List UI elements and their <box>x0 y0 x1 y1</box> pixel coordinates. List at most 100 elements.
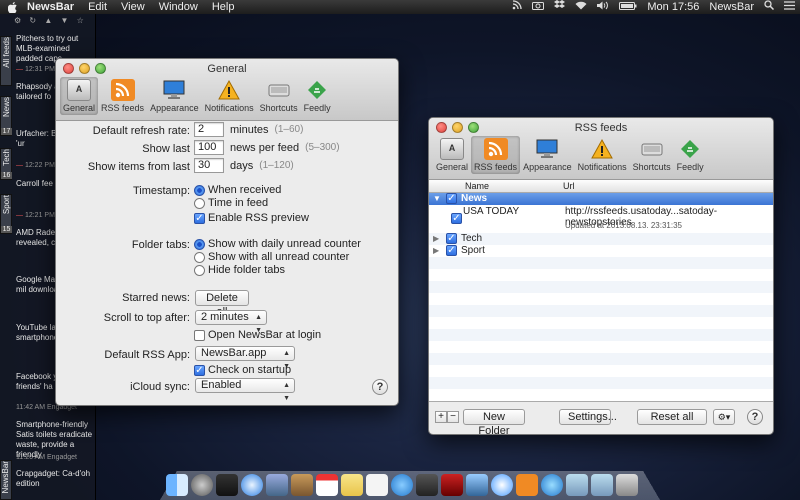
refresh-rate-field[interactable]: 2 <box>194 122 224 137</box>
menu-edit[interactable]: Edit <box>81 0 114 14</box>
check-on-startup[interactable]: ✓ Check on startup <box>194 364 291 376</box>
feed-row-sport[interactable]: ▶ ✓ Sport <box>429 245 774 257</box>
tab-feedly[interactable]: Feedly <box>674 136 707 174</box>
tab-feedly[interactable]: Feedly <box>301 77 334 115</box>
tab-appearance[interactable]: Appearance <box>147 77 202 115</box>
tab-news[interactable]: News 17 <box>0 96 12 136</box>
reset-all-button[interactable]: Reset all <box>637 409 707 425</box>
tab-tech[interactable]: Tech 16 <box>0 148 12 180</box>
menu-app-name[interactable]: NewsBar <box>20 0 81 14</box>
rss-preview-checkbox[interactable]: ✓ <box>194 213 205 224</box>
radio-time-in-feed[interactable] <box>194 198 205 209</box>
feed-checkbox[interactable]: ✓ <box>446 193 457 204</box>
help-button[interactable]: ? <box>372 379 388 395</box>
messages-icon[interactable] <box>391 474 413 496</box>
newsbar-refresh-icon[interactable]: ↻ <box>29 16 39 25</box>
new-folder-button[interactable]: New Folder <box>463 409 525 425</box>
settings-button[interactable]: Settings... <box>559 409 611 425</box>
tab-all-feeds[interactable]: All feeds <box>0 36 12 86</box>
newsbar-down-icon[interactable]: ▼ <box>61 16 72 25</box>
mission-control-icon[interactable] <box>216 474 238 496</box>
folder-hide-tabs[interactable]: Hide folder tabs <box>194 264 285 276</box>
newsbar-gear-icon[interactable]: ⚙ <box>14 16 24 25</box>
disclosure-closed-icon[interactable]: ▶ <box>433 234 439 243</box>
folder-all-counter[interactable]: Show with all unread counter <box>194 251 349 263</box>
menu-newsbar-status[interactable]: NewsBar <box>704 0 759 14</box>
radio-all-counter[interactable] <box>194 252 205 263</box>
downloads-folder-icon[interactable] <box>566 474 588 496</box>
tab-appearance[interactable]: Appearance <box>520 136 575 174</box>
mail-icon[interactable] <box>266 474 288 496</box>
documents-folder-icon[interactable] <box>591 474 613 496</box>
tab-shortcuts[interactable]: Shortcuts <box>257 77 301 115</box>
itunes-icon[interactable] <box>491 474 513 496</box>
remove-feed-button[interactable]: − <box>447 411 459 423</box>
calendar-icon[interactable] <box>316 474 338 496</box>
newsbar-bottom-tab[interactable]: NewsBar <box>0 460 12 500</box>
disclosure-closed-icon[interactable]: ▶ <box>433 246 439 255</box>
tab-notifications[interactable]: Notifications <box>202 77 257 115</box>
news-item[interactable]: Crapgadget: Ca-d'oh edition <box>16 469 96 489</box>
scroll-to-top-select[interactable]: 2 minutes ▲ ▼ <box>195 310 267 325</box>
reminders-icon[interactable] <box>366 474 388 496</box>
open-at-login[interactable]: Open NewsBar at login <box>194 329 321 341</box>
status-battery-icon[interactable] <box>614 0 642 14</box>
menu-window[interactable]: Window <box>152 0 205 14</box>
tab-general[interactable]: ᴬ General <box>433 136 471 174</box>
status-dropbox-icon[interactable] <box>549 0 570 14</box>
show-last-field[interactable]: 100 <box>194 140 224 155</box>
add-feed-button[interactable]: + <box>435 411 447 423</box>
feed-checkbox[interactable]: ✓ <box>446 245 457 256</box>
radio-hide-tabs[interactable] <box>194 265 205 276</box>
apple-icon[interactable] <box>6 0 20 14</box>
icloud-sync-select[interactable]: Enabled ▲ ▼ <box>195 378 295 393</box>
feed-checkbox[interactable]: ✓ <box>446 233 457 244</box>
radio-when-received[interactable] <box>194 185 205 196</box>
feed-row-tech[interactable]: ▶ ✓ Tech <box>429 233 774 245</box>
tab-general[interactable]: ᴬ General <box>60 77 98 115</box>
tab-notifications[interactable]: Notifications <box>575 136 630 174</box>
launchpad-icon[interactable] <box>191 474 213 496</box>
delete-all-button[interactable]: Delete all <box>195 290 249 306</box>
menu-clock[interactable]: Mon 17:56 <box>642 0 704 14</box>
gear-menu-button[interactable]: ⚙▾ <box>713 409 735 425</box>
feed-outline-list[interactable]: Name Url ▼ ✓ News ✓ USA TODAY http://rss… <box>429 180 774 402</box>
timestamp-time-in-feed[interactable]: Time in feed <box>194 197 268 209</box>
column-url-header[interactable]: Url <box>563 181 575 191</box>
tab-sport[interactable]: Sport 15 <box>0 194 12 234</box>
timestamp-when-received[interactable]: When received <box>194 184 281 196</box>
status-camera-icon[interactable] <box>527 0 549 14</box>
safari-icon[interactable] <box>241 474 263 496</box>
disclosure-open-icon[interactable]: ▼ <box>433 194 441 203</box>
feed-checkbox[interactable]: ✓ <box>451 213 462 224</box>
trash-icon[interactable] <box>616 474 638 496</box>
tab-rss-feeds[interactable]: RSS feeds <box>471 136 520 174</box>
default-rss-app-select[interactable]: NewsBar.app ▲ ▼ <box>195 346 295 361</box>
iphoto-icon[interactable] <box>466 474 488 496</box>
newsbar-star-icon[interactable]: ☆ <box>77 16 87 25</box>
status-rss-icon[interactable] <box>507 0 527 14</box>
spotlight-icon[interactable] <box>759 0 779 14</box>
menu-help[interactable]: Help <box>205 0 242 14</box>
notification-center-icon[interactable] <box>779 0 800 14</box>
enable-rss-preview[interactable]: ✓ Enable RSS preview <box>194 212 309 224</box>
status-wifi-icon[interactable] <box>570 0 592 14</box>
facetime-icon[interactable] <box>416 474 438 496</box>
column-name-header[interactable]: Name <box>465 181 489 191</box>
feed-row-usa-today[interactable]: ✓ USA TODAY http://rssfeeds.usatoday...s… <box>429 205 774 233</box>
notes-icon[interactable] <box>341 474 363 496</box>
newsbar-rss-icon[interactable] <box>516 474 538 496</box>
show-items-from-field[interactable]: 30 <box>194 158 224 173</box>
app-store-icon[interactable] <box>541 474 563 496</box>
open-at-login-checkbox[interactable] <box>194 330 205 341</box>
radio-daily-counter[interactable] <box>194 239 205 250</box>
tab-rss-feeds[interactable]: RSS feeds <box>98 77 147 115</box>
newsbar-up-icon[interactable]: ▲ <box>44 16 55 25</box>
status-volume-icon[interactable] <box>592 0 614 14</box>
feed-row-news[interactable]: ▼ ✓ News <box>429 193 774 205</box>
menu-view[interactable]: View <box>114 0 152 14</box>
check-on-startup-checkbox[interactable]: ✓ <box>194 365 205 376</box>
photo-booth-icon[interactable] <box>441 474 463 496</box>
help-button[interactable]: ? <box>747 409 763 425</box>
finder-icon[interactable] <box>166 474 188 496</box>
